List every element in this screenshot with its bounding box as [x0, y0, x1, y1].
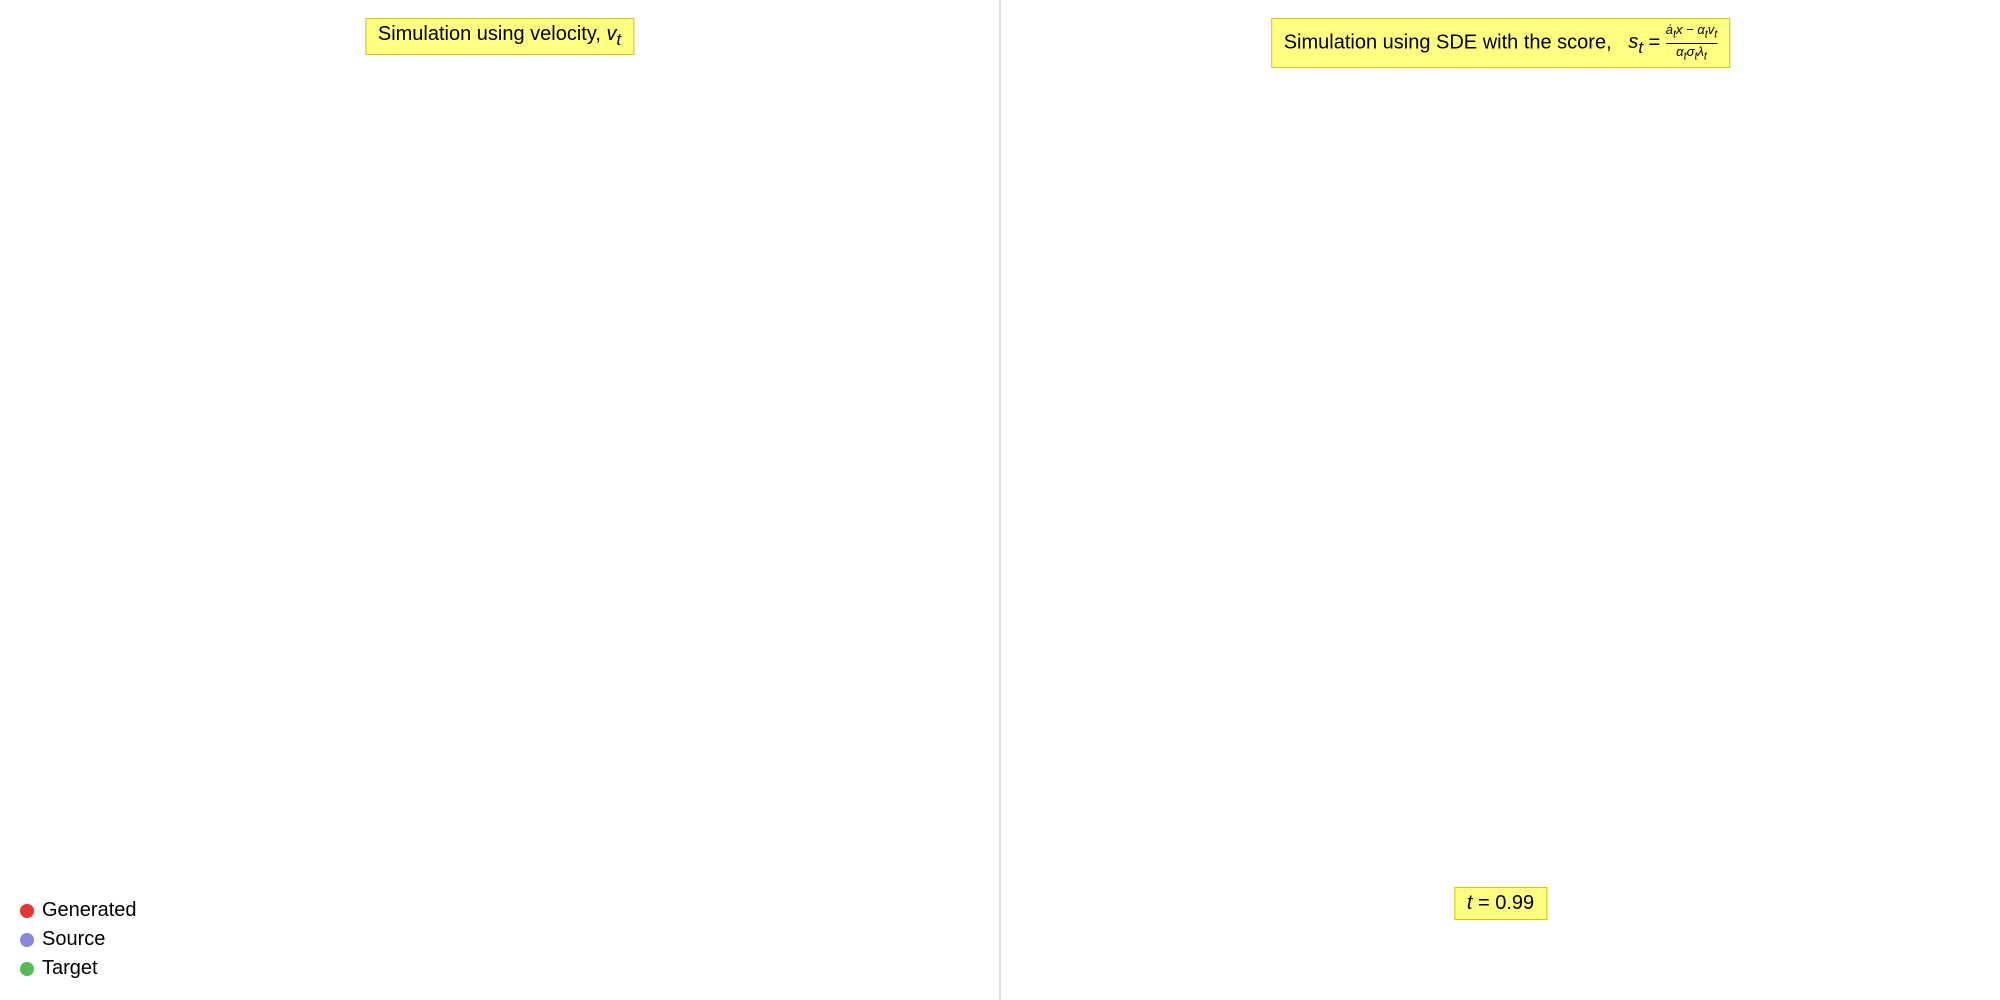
- legend: Generated Source Target: [20, 899, 137, 980]
- legend-label-target: Target: [42, 957, 98, 980]
- legend-dot-target: [20, 962, 34, 976]
- left-scatter-plot: [0, 0, 999, 1000]
- legend-label-source: Source: [42, 928, 105, 951]
- right-panel-title: Simulation using SDE with the score, st …: [1271, 18, 1731, 68]
- left-panel: Simulation using velocity, vt Generated …: [0, 0, 999, 1000]
- legend-item-target: Target: [20, 957, 137, 980]
- t-value-label: t = 0.99: [1454, 887, 1547, 920]
- legend-label-generated: Generated: [42, 899, 137, 922]
- legend-dot-source: [20, 933, 34, 947]
- legend-dot-generated: [20, 904, 34, 918]
- left-panel-title: Simulation using velocity, vt: [365, 18, 634, 55]
- right-scatter-plot: [1001, 0, 2000, 1000]
- right-panel: Simulation using SDE with the score, st …: [1001, 0, 2000, 1000]
- legend-item-source: Source: [20, 928, 137, 951]
- main-container: Simulation using velocity, vt Generated …: [0, 0, 2000, 1000]
- legend-item-generated: Generated: [20, 899, 137, 922]
